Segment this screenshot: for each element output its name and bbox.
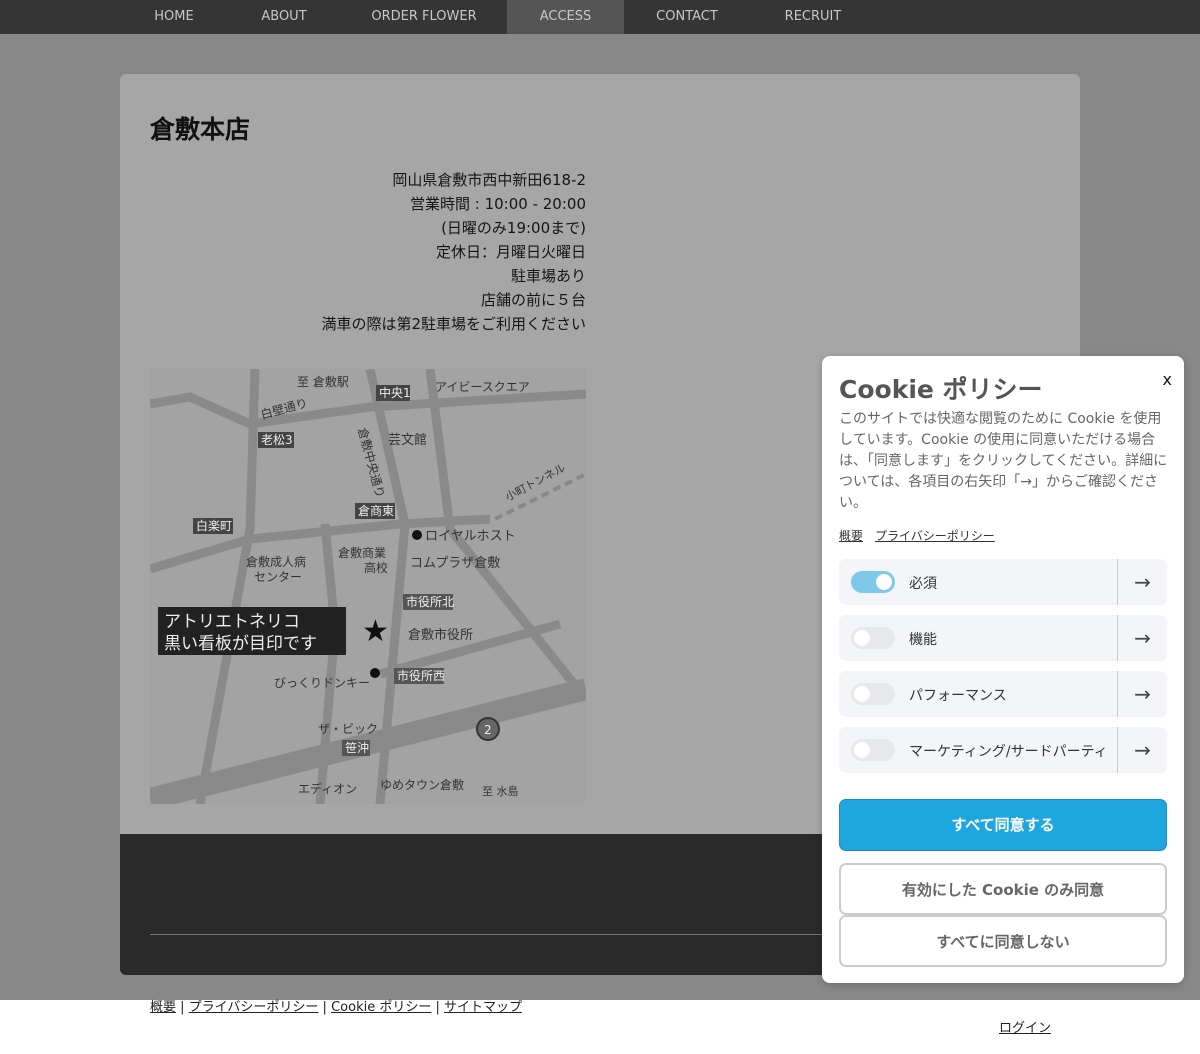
- nav-home[interactable]: HOME: [135, 0, 213, 34]
- map-label: 至 水島: [482, 784, 519, 798]
- star-marker-icon: ★: [362, 614, 389, 649]
- hours: 営業時間 : 10:00 - 20:00: [410, 195, 586, 213]
- store-title: 倉敷本店: [150, 115, 251, 144]
- cookie-category-functional: 機能 →: [839, 615, 1167, 661]
- close-button[interactable]: x: [1163, 370, 1172, 389]
- route-2-sign: 2: [484, 723, 492, 737]
- map-label: 市役所北: [406, 594, 454, 609]
- cookie-category-marketing: マーケティング/サードパーティ →: [839, 727, 1167, 773]
- address: 岡山県倉敷市西中新田618-2: [392, 171, 586, 189]
- arrow-right-icon[interactable]: →: [1117, 559, 1167, 605]
- footer-link-sitemap[interactable]: サイトマップ: [444, 1000, 522, 1015]
- reject-all-button[interactable]: すべてに同意しない: [839, 915, 1167, 967]
- nav-order-flower[interactable]: ORDER FLOWER: [360, 0, 488, 34]
- map-label: 笹沖: [345, 741, 369, 755]
- footer-links: 概要 | プライバシーポリシー | Cookie ポリシー | サイトマップ: [150, 1000, 523, 1015]
- map-label: 中央1: [379, 385, 411, 400]
- map-label: エディオン: [298, 781, 357, 796]
- parking-count: 店舗の前に５台: [480, 291, 586, 309]
- cookie-link-privacy[interactable]: プライバシーポリシー: [875, 529, 995, 543]
- map-label: 白楽町: [196, 518, 232, 533]
- toggle-performance[interactable]: [851, 683, 895, 705]
- cookie-category-required: 必須 →: [839, 559, 1167, 605]
- map-label: 高校: [364, 560, 388, 575]
- map-label: ロイヤルホスト: [425, 529, 516, 544]
- nav-recruit[interactable]: RECRUIT: [770, 0, 856, 34]
- map-label: アイビースクエア: [435, 380, 530, 394]
- map-label: 至 倉敷駅: [297, 374, 349, 389]
- map-label: 倉商東: [358, 503, 394, 518]
- category-label: パフォーマンス: [909, 688, 1007, 704]
- closed-days: 定休日：月曜日火曜日: [435, 243, 586, 261]
- cookie-dialog: Cookie ポリシー x このサイトでは快適な閲覧のために Cookie を使…: [822, 356, 1184, 983]
- category-label: 機能: [909, 632, 937, 648]
- map-label: 芸文館: [388, 432, 427, 448]
- toggle-marketing[interactable]: [851, 739, 895, 761]
- store-info: 岡山県倉敷市西中新田618-2 営業時間 : 10:00 - 20:00 (日曜…: [150, 168, 586, 336]
- map-label: 倉敷成人病: [246, 554, 306, 569]
- cookie-description: このサイトでは快適な閲覧のために Cookie を使用しています。Cookie …: [839, 411, 1168, 511]
- map-label: びっくりドンキー: [274, 676, 370, 690]
- accept-all-button[interactable]: すべて同意する: [839, 799, 1167, 851]
- footer-link-privacy[interactable]: プライバシーポリシー: [189, 1000, 319, 1015]
- map-label: 倉敷市役所: [408, 627, 473, 643]
- cookie-category-performance: パフォーマンス →: [839, 671, 1167, 717]
- map-label: ザ・ビック: [318, 722, 378, 736]
- parking-note: 満車の際は第2駐車場をご利用ください: [321, 315, 586, 333]
- map-label: 黒い看板が目印です: [164, 634, 317, 654]
- access-map: 至 倉敷駅 中央1 アイビースクエア 白壁通り 老松3 倉敷中央通り 芸文館 小…: [150, 369, 586, 804]
- nav-about[interactable]: ABOUT: [240, 0, 328, 34]
- nav-access[interactable]: ACCESS: [507, 0, 624, 34]
- accept-selected-button[interactable]: 有効にした Cookie のみ同意: [839, 863, 1167, 915]
- footer-link-cookie[interactable]: Cookie ポリシー: [331, 1000, 431, 1015]
- main-nav: HOME ABOUT ORDER FLOWER ACCESS CONTACT R…: [0, 0, 1200, 34]
- category-label: マーケティング/サードパーティ: [909, 744, 1108, 760]
- cookie-title: Cookie ポリシー: [839, 375, 1043, 404]
- category-label: 必須: [909, 576, 937, 592]
- map-label: 市役所西: [397, 668, 445, 683]
- cookie-link-overview[interactable]: 概要: [839, 529, 863, 543]
- map-label: コムプラザ倉敷: [410, 556, 500, 571]
- sunday-hours: (日曜のみ19:00まで): [441, 219, 586, 237]
- map-label: 倉敷商業: [338, 545, 386, 560]
- arrow-right-icon[interactable]: →: [1117, 727, 1167, 773]
- parking: 駐車場あり: [510, 267, 586, 285]
- map-label: センター: [254, 570, 302, 584]
- map-label: アトリエトネリコ: [164, 612, 300, 632]
- login-link[interactable]: ログイン: [999, 1017, 1051, 1036]
- arrow-right-icon[interactable]: →: [1117, 615, 1167, 661]
- toggle-functional[interactable]: [851, 627, 895, 649]
- map-label: ゆめタウン倉敷: [380, 777, 464, 792]
- arrow-right-icon[interactable]: →: [1117, 671, 1167, 717]
- footer-link-overview[interactable]: 概要: [150, 1000, 176, 1015]
- map-label: 老松3: [261, 433, 293, 447]
- nav-contact[interactable]: CONTACT: [645, 0, 729, 34]
- toggle-required[interactable]: [851, 571, 895, 593]
